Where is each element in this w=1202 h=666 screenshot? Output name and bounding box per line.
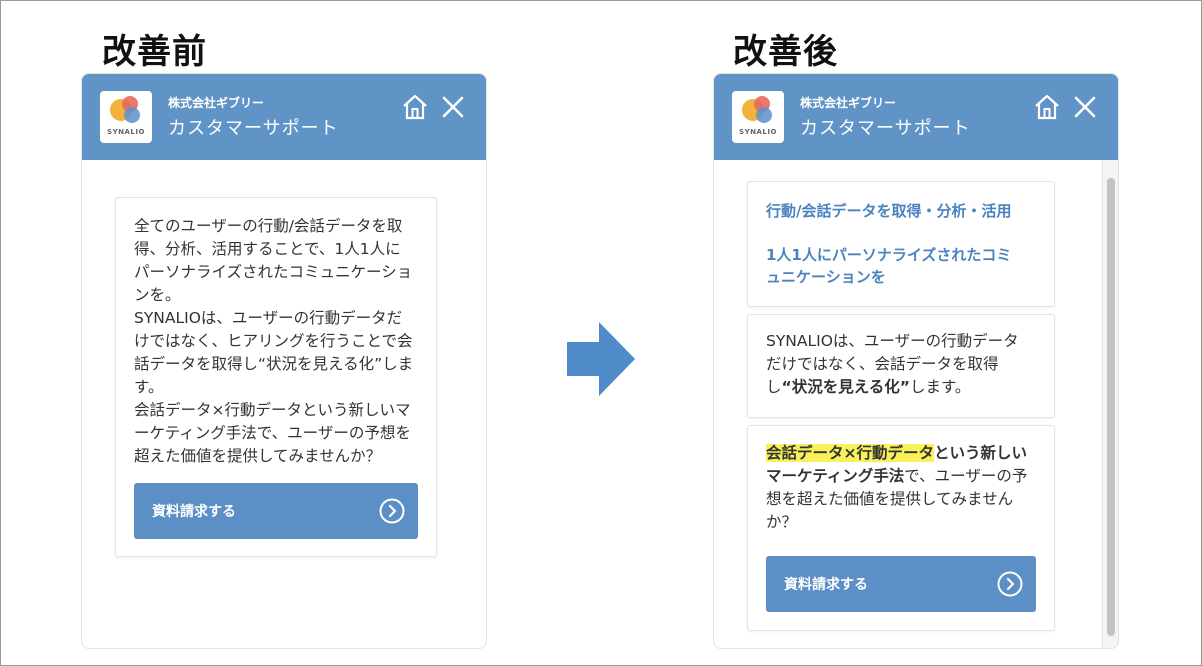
widget-header: SYNALIO 株式会社ギブリー カスタマーサポート [714, 74, 1118, 160]
description-text: SYNALIOは、ユーザーの行動データ だけではなく、会話データを取得 し“状況… [766, 332, 1019, 396]
proposal-card: 会話データ×行動データという新しい マーケティング手法で、ユーザーの予 想を超え… [747, 425, 1055, 631]
arrow-right-icon [567, 322, 635, 396]
cta-label: 資料請求する [784, 577, 868, 593]
chat-widget-before: SYNALIO 株式会社ギブリー カスタマーサポート 全てのユーザーの行動/会話… [81, 73, 487, 649]
widget-header: SYNALIO 株式会社ギブリー カスタマーサポート [82, 74, 486, 160]
request-materials-button[interactable]: 資料請求する [134, 483, 418, 539]
visualize-emphasis: “状況を見える化” [781, 378, 910, 396]
before-title: 改善前 [102, 32, 207, 72]
headline-card: 行動/会話データを取得・分析・活用 1人1人にパーソナライズされたコミ ュニケー… [747, 181, 1055, 307]
synalio-logo: SYNALIO [732, 91, 784, 143]
synalio-logo: SYNALIO [100, 91, 152, 143]
request-materials-button[interactable]: 資料請求する [766, 556, 1036, 612]
close-icon[interactable] [1070, 92, 1100, 122]
chevron-right-circle-icon [997, 571, 1023, 597]
chevron-right-circle-icon [379, 498, 405, 524]
scrollbar-thumb[interactable] [1107, 178, 1115, 636]
chat-widget-after: SYNALIO 株式会社ギブリー カスタマーサポート 行動/会話データを取得・分… [713, 73, 1119, 649]
after-title: 改善後 [733, 32, 838, 72]
support-title: カスタマーサポート [168, 118, 339, 139]
company-name: 株式会社ギブリー [168, 96, 265, 110]
company-name: 株式会社ギブリー [800, 96, 897, 110]
highlight-text: 会話データ×行動データ [766, 444, 934, 462]
home-icon[interactable] [1032, 92, 1062, 122]
proposal-text: 会話データ×行動データという新しい マーケティング手法で、ユーザーの予 想を超え… [766, 444, 1028, 531]
message-text: 全てのユーザーの行動/会話データを取 得、分析、活用することで、1人1人に パー… [134, 217, 414, 465]
scrollbar[interactable] [1102, 160, 1118, 648]
cta-label: 資料請求する [152, 504, 236, 520]
headline-1: 行動/会話データを取得・分析・活用 [766, 202, 1012, 220]
headline-2: 1人1人にパーソナライズされたコミ ュニケーションを [766, 246, 1012, 286]
support-title: カスタマーサポート [800, 118, 971, 139]
close-icon[interactable] [438, 92, 468, 122]
message-card: 全てのユーザーの行動/会話データを取 得、分析、活用することで、1人1人に パー… [115, 197, 437, 557]
description-card: SYNALIOは、ユーザーの行動データ だけではなく、会話データを取得 し“状況… [747, 314, 1055, 418]
home-icon[interactable] [400, 92, 430, 122]
